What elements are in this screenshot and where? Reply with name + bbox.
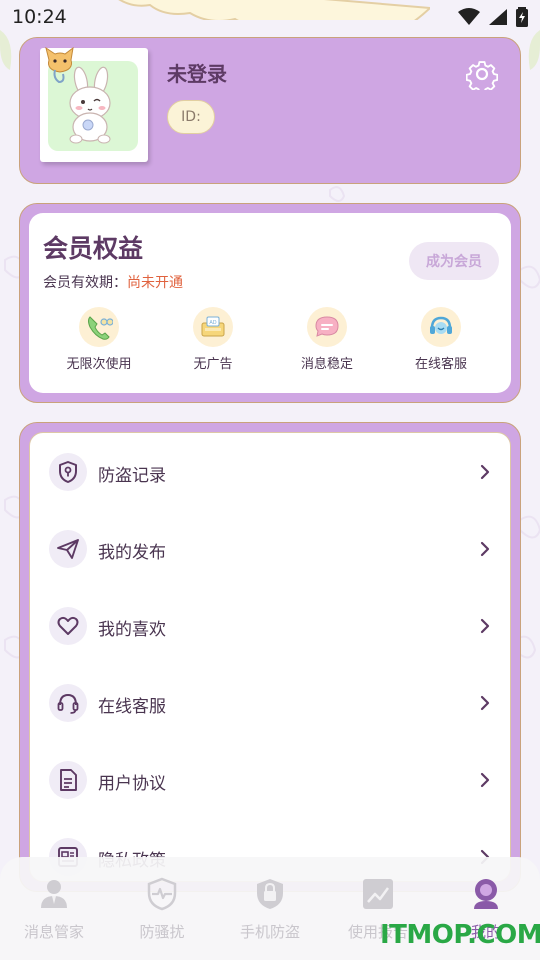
menu-label: 用户协议 <box>98 774 166 794</box>
headset-icon <box>57 693 79 714</box>
profile-card: 未登录 ID: <box>19 37 521 184</box>
shield-pulse-icon <box>147 877 177 911</box>
phone-icon <box>88 316 113 340</box>
message-icon <box>315 316 339 337</box>
status-time: 10:24 <box>12 6 67 28</box>
chevron-right-icon <box>480 541 490 557</box>
cat-clip-icon <box>45 46 74 84</box>
nav-label: 防骚扰 <box>139 923 185 941</box>
menu-label: 在线客服 <box>98 697 166 717</box>
benefit-label: 消息稳定 <box>300 357 353 372</box>
chevron-right-icon <box>480 618 490 634</box>
profile-icon <box>474 879 498 909</box>
menu-card: 防盗记录 我的发布 我的喜欢 在线客服 用户协议 <box>19 422 521 892</box>
validity-label: 会员有效期： <box>43 275 127 291</box>
menu-item-my-likes[interactable]: 我的喜欢 <box>30 587 510 664</box>
nav-label: 消息管家 <box>23 923 84 941</box>
benefit-unlimited-use[interactable]: 无限次使用 <box>44 307 154 372</box>
username[interactable]: 未登录 <box>167 58 227 87</box>
membership-card: 会员权益 会员有效期：尚未开通 成为会员 无限次使用 AD 无广告 消息稳定 在… <box>19 203 521 403</box>
paper-plane-icon <box>57 539 79 559</box>
user-id-label: ID: <box>181 109 201 125</box>
settings-gear-icon[interactable] <box>466 58 498 90</box>
benefit-no-ads[interactable]: AD 无广告 <box>158 307 268 372</box>
chevron-right-icon <box>480 464 490 480</box>
nav-tab-message-manager[interactable]: 消息管家 <box>0 877 108 942</box>
wifi-icon <box>458 8 480 25</box>
menu-label: 防盗记录 <box>98 466 166 486</box>
nav-tab-phone-anti-theft[interactable]: 手机防盗 <box>216 877 324 942</box>
signal-icon <box>489 9 507 25</box>
menu-item-theft-records[interactable]: 防盗记录 <box>30 433 510 510</box>
benefit-label: 在线客服 <box>414 357 467 372</box>
chevron-right-icon <box>480 695 490 711</box>
menu-item-online-service[interactable]: 在线客服 <box>30 664 510 741</box>
menu-item-my-posts[interactable]: 我的发布 <box>30 510 510 587</box>
benefit-online-service[interactable]: 在线客服 <box>386 307 496 372</box>
shield-icon <box>59 461 77 483</box>
benefit-label: 无广告 <box>193 357 233 372</box>
benefit-stable-messages[interactable]: 消息稳定 <box>272 307 382 372</box>
chevron-right-icon <box>480 772 490 788</box>
membership-title: 会员权益 <box>43 234 144 263</box>
menu-item-user-agreement[interactable]: 用户协议 <box>30 741 510 818</box>
avatar[interactable] <box>40 46 148 162</box>
battery-icon <box>516 7 528 27</box>
svg-text:AD: AD <box>209 320 216 326</box>
menu-label: 我的喜欢 <box>98 620 166 640</box>
status-bar: 10:24 <box>0 0 540 36</box>
nav-tab-anti-harassment[interactable]: 防骚扰 <box>108 877 216 942</box>
chart-icon <box>363 879 393 909</box>
benefit-label: 无限次使用 <box>66 357 132 372</box>
document-icon <box>60 769 77 791</box>
become-member-button[interactable]: 成为会员 <box>409 242 499 280</box>
menu-label: 我的发布 <box>98 543 166 563</box>
lock-shield-icon <box>257 879 283 909</box>
ad-free-icon: AD <box>201 316 225 337</box>
user-id-badge: ID: <box>167 100 215 134</box>
watermark-text: ITMOP.COM <box>380 920 540 950</box>
heart-icon <box>57 616 79 635</box>
user-icon <box>41 880 67 908</box>
nav-label: 手机防盗 <box>239 923 300 941</box>
menu-list: 防盗记录 我的发布 我的喜欢 在线客服 用户协议 <box>29 432 511 882</box>
validity-status: 尚未开通 <box>127 275 183 291</box>
headset-icon <box>430 316 452 334</box>
membership-validity: 会员有效期：尚未开通 <box>43 272 183 292</box>
